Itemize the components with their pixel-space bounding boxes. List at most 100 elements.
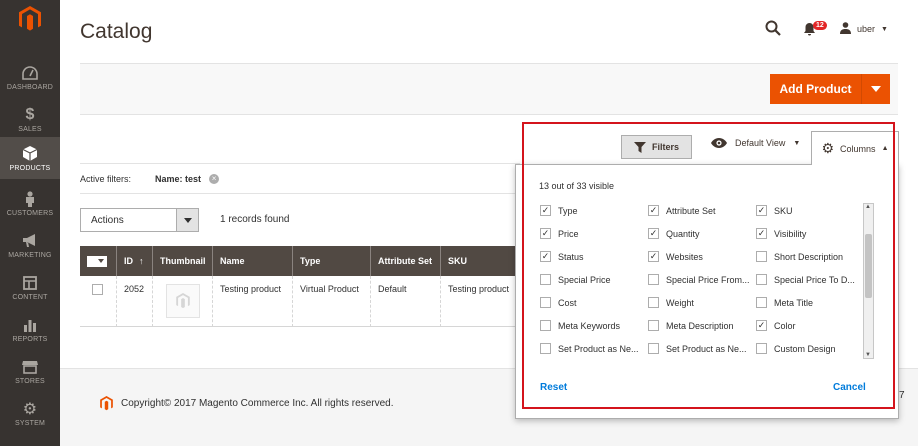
gear-icon: ⚙ bbox=[821, 140, 835, 156]
scroll-down-icon[interactable]: ▼ bbox=[865, 352, 871, 358]
nav-label: STORES bbox=[15, 377, 45, 385]
nav-label: CONTENT bbox=[12, 293, 48, 301]
default-view-dropdown[interactable]: Default View ▼ bbox=[711, 138, 800, 148]
cancel-button[interactable]: Cancel bbox=[833, 382, 866, 393]
column-label: Thumbnail bbox=[160, 256, 206, 266]
scrollbar-thumb[interactable] bbox=[865, 234, 872, 298]
column-option[interactable]: Short Description bbox=[756, 251, 843, 262]
nav-label: DASHBOARD bbox=[6, 83, 54, 91]
nav-item-sales[interactable]: $ SALES bbox=[0, 98, 60, 140]
caret-down-icon: ▼ bbox=[881, 25, 888, 33]
reset-button[interactable]: Reset bbox=[540, 382, 567, 393]
checkbox-unchecked[interactable] bbox=[540, 343, 551, 354]
column-option[interactable]: Special Price To D... bbox=[756, 274, 855, 285]
column-option[interactable]: Custom Design bbox=[756, 343, 836, 354]
checkbox-unchecked[interactable] bbox=[648, 343, 659, 354]
checkbox-checked[interactable]: ✓ bbox=[756, 228, 767, 239]
caret-down-icon bbox=[871, 86, 881, 92]
add-product-dropdown-toggle[interactable] bbox=[861, 74, 890, 104]
checkbox-checked[interactable]: ✓ bbox=[648, 228, 659, 239]
row-checkbox-cell bbox=[80, 276, 117, 327]
column-option[interactable]: ✓ Color bbox=[756, 320, 796, 331]
admin-sidebar: DASHBOARD $ SALES PRODUCTS CUSTOMERS MAR… bbox=[0, 0, 60, 446]
column-option[interactable]: ✓ Type bbox=[540, 205, 578, 216]
caret-up-icon: ▲ bbox=[881, 145, 889, 152]
column-header-id[interactable]: ID ↑ bbox=[117, 246, 153, 276]
nav-label: MARKETING bbox=[8, 251, 52, 259]
checkbox-unchecked[interactable] bbox=[648, 320, 659, 331]
checkbox-checked[interactable]: ✓ bbox=[540, 205, 551, 216]
column-option[interactable]: Meta Description bbox=[648, 320, 734, 331]
checkbox-checked[interactable]: ✓ bbox=[756, 320, 767, 331]
nav-item-marketing[interactable]: MARKETING bbox=[0, 224, 60, 266]
checkbox-checked[interactable]: ✓ bbox=[540, 228, 551, 239]
checkbox-unchecked[interactable] bbox=[540, 297, 551, 308]
column-option[interactable]: ✓ Status bbox=[540, 251, 584, 262]
checkbox-unchecked[interactable] bbox=[648, 297, 659, 308]
checkbox-unchecked[interactable] bbox=[756, 251, 767, 262]
checkbox-checked[interactable]: ✓ bbox=[540, 251, 551, 262]
column-option-label: Meta Title bbox=[774, 297, 814, 308]
filters-button[interactable]: Filters bbox=[621, 135, 692, 159]
add-product-button[interactable]: Add Product bbox=[770, 74, 890, 104]
nav-item-customers[interactable]: CUSTOMERS bbox=[0, 182, 60, 224]
column-option[interactable]: Set Product as Ne... bbox=[540, 343, 639, 354]
user-name: uber bbox=[857, 24, 876, 34]
row-checkbox[interactable] bbox=[92, 284, 103, 295]
nav-item-content[interactable]: CONTENT bbox=[0, 266, 60, 308]
checkbox-unchecked[interactable] bbox=[540, 320, 551, 331]
column-option[interactable]: ✓ Visibility bbox=[756, 228, 806, 239]
nav-label: PRODUCTS bbox=[9, 164, 51, 172]
checkbox-unchecked[interactable] bbox=[756, 343, 767, 354]
column-option[interactable]: ✓ Attribute Set bbox=[648, 205, 716, 216]
column-label: Name bbox=[220, 256, 245, 266]
checkbox-unchecked[interactable] bbox=[648, 274, 659, 285]
column-option-label: Set Product as Ne... bbox=[666, 343, 747, 354]
checkbox-checked[interactable]: ✓ bbox=[648, 251, 659, 262]
columns-label: Columns bbox=[840, 143, 876, 154]
product-placeholder-icon[interactable] bbox=[166, 284, 200, 318]
column-header-thumbnail[interactable]: Thumbnail bbox=[153, 246, 213, 276]
column-header-type[interactable]: Type bbox=[293, 246, 371, 276]
magento-logo-icon[interactable] bbox=[0, 0, 60, 38]
column-option[interactable]: Meta Keywords bbox=[540, 320, 620, 331]
column-option[interactable]: Cost bbox=[540, 297, 577, 308]
column-option[interactable]: ✓ SKU bbox=[756, 205, 793, 216]
column-option[interactable]: Special Price From... bbox=[648, 274, 750, 285]
column-option[interactable]: ✓ Quantity bbox=[648, 228, 700, 239]
actions-selected-value: Actions bbox=[91, 214, 124, 226]
checkbox-unchecked[interactable] bbox=[756, 274, 767, 285]
scroll-up-icon[interactable]: ▲ bbox=[865, 204, 871, 210]
remove-filter-icon[interactable]: × bbox=[209, 173, 220, 184]
column-option[interactable]: ✓ Price bbox=[540, 228, 579, 239]
columns-button[interactable]: ⚙ Columns ▲ bbox=[811, 131, 899, 165]
footer-version-fragment: 7 bbox=[899, 390, 905, 401]
nav-item-system[interactable]: ⚙ SYSTEM bbox=[0, 392, 60, 434]
copyright-text: Copyright© 2017 Magento Commerce Inc. Al… bbox=[121, 398, 394, 409]
column-header-attribute-set[interactable]: Attribute Set bbox=[371, 246, 441, 276]
column-option[interactable]: Set Product as Ne... bbox=[648, 343, 747, 354]
columns-scrollbar[interactable]: ▲ ▼ bbox=[863, 203, 874, 359]
column-header-sku[interactable]: SKU bbox=[441, 246, 520, 276]
checkbox-checked[interactable]: ✓ bbox=[756, 205, 767, 216]
column-option[interactable]: Weight bbox=[648, 297, 694, 308]
select-all-checkbox[interactable] bbox=[80, 246, 117, 276]
column-option[interactable]: Meta Title bbox=[756, 297, 813, 308]
nav-item-dashboard[interactable]: DASHBOARD bbox=[0, 56, 60, 98]
nav-item-reports[interactable]: REPORTS bbox=[0, 308, 60, 350]
checkbox-unchecked[interactable] bbox=[756, 297, 767, 308]
cell-id: 2052 bbox=[117, 276, 153, 327]
user-menu[interactable]: uber ▼ bbox=[840, 22, 888, 36]
search-icon[interactable] bbox=[765, 20, 781, 39]
column-option[interactable]: Special Price bbox=[540, 274, 611, 285]
mass-actions-select[interactable]: Actions bbox=[80, 208, 199, 232]
nav-item-products[interactable]: PRODUCTS bbox=[0, 137, 60, 179]
notifications-badge[interactable]: 12 bbox=[813, 21, 827, 30]
nav-item-stores[interactable]: STORES bbox=[0, 350, 60, 392]
checkbox-unchecked[interactable] bbox=[540, 274, 551, 285]
column-header-name[interactable]: Name bbox=[213, 246, 293, 276]
column-option[interactable]: ✓ Websites bbox=[648, 251, 703, 262]
checkbox-checked[interactable]: ✓ bbox=[648, 205, 659, 216]
column-option-label: Cost bbox=[558, 297, 577, 308]
table-row[interactable]: 2052 Testing product Virtual Product Def… bbox=[80, 276, 520, 327]
